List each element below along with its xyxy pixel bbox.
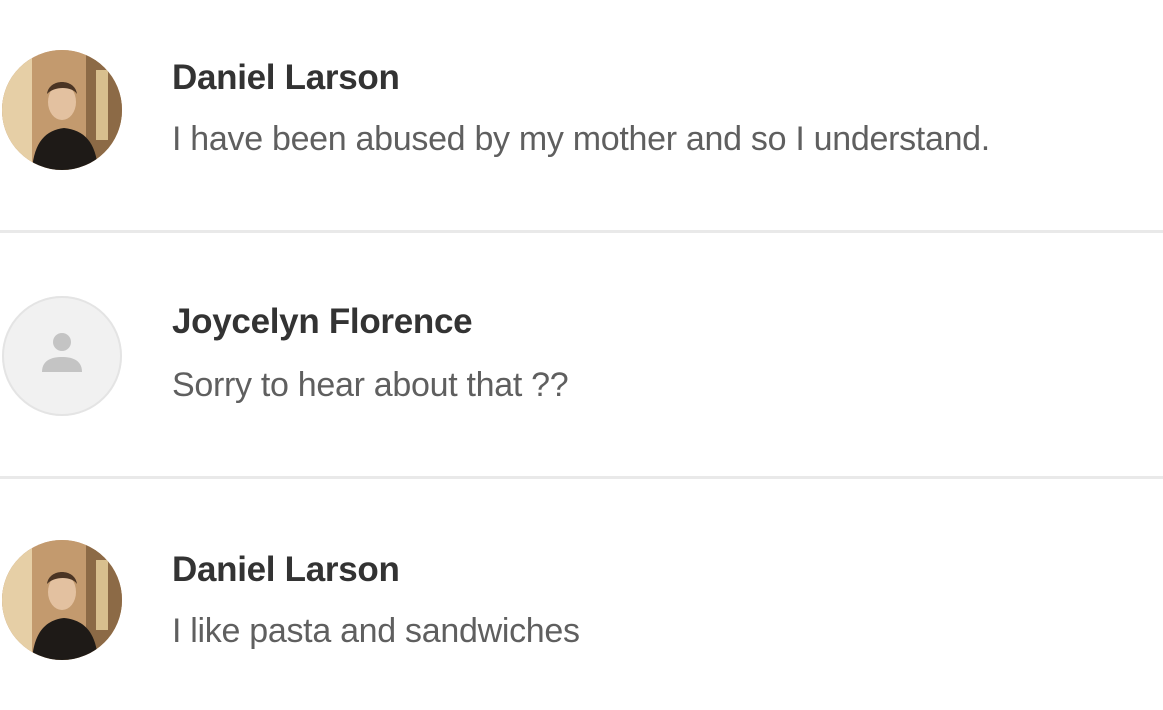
message-text: Sorry to hear about that ??	[172, 366, 569, 404]
sender-name: Joycelyn Florence	[172, 302, 473, 341]
message-list: Daniel Larson I have been abused by my m…	[0, 0, 1163, 710]
message-item[interactable]: Joycelyn Florence Sorry to hear about th…	[0, 236, 1163, 480]
sender-name: Daniel Larson	[172, 550, 400, 589]
avatar[interactable]	[2, 296, 122, 416]
divider	[0, 476, 1163, 479]
sender-name: Daniel Larson	[172, 58, 400, 97]
message-text: I have been abused by my mother and so I…	[172, 120, 990, 158]
avatar[interactable]	[2, 50, 122, 170]
message-item[interactable]: Daniel Larson I like pasta and sandwiche…	[0, 480, 1163, 710]
avatar[interactable]	[2, 540, 122, 660]
message-text: I like pasta and sandwiches	[172, 612, 580, 650]
user-photo-icon	[2, 50, 122, 170]
divider	[0, 230, 1163, 233]
default-user-icon	[42, 333, 82, 372]
message-item[interactable]: Daniel Larson I have been abused by my m…	[0, 0, 1163, 236]
user-photo-icon	[2, 540, 122, 660]
